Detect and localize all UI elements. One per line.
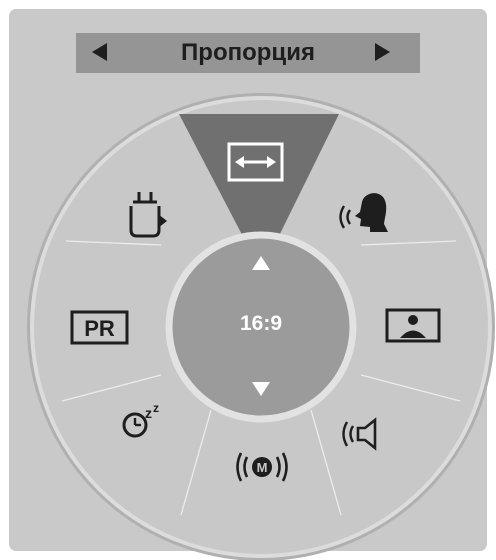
svg-text:z: z: [145, 405, 152, 421]
aspect-ratio-value: 16:9: [239, 312, 283, 335]
quick-menu-wheel: PR z z M: [27, 93, 495, 560]
svg-text:z: z: [153, 401, 159, 415]
svg-text:PR: PR: [84, 316, 115, 341]
svg-text:M: M: [257, 460, 268, 475]
